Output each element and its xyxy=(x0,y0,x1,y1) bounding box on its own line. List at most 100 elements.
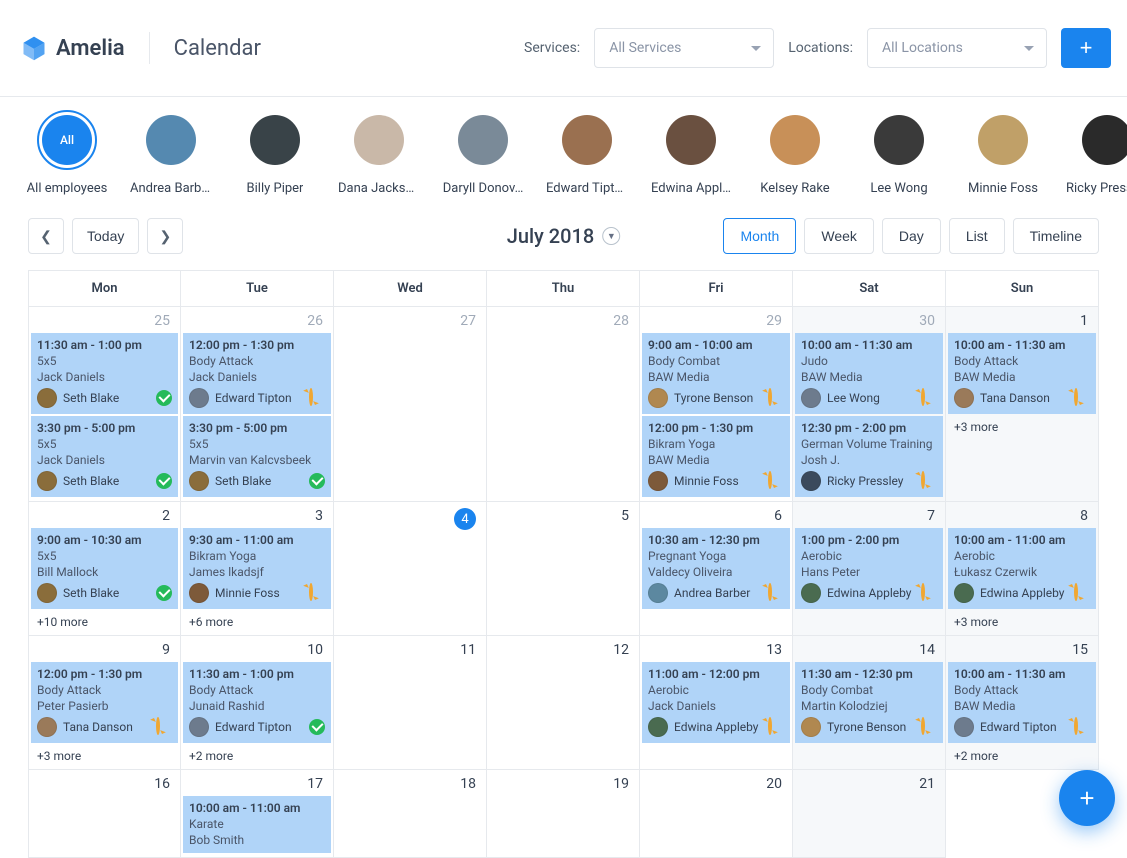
employee-name: Lee Wong xyxy=(870,181,927,196)
calendar-day-cell[interactable]: 5 xyxy=(487,502,640,636)
event-customer: BAW Media xyxy=(648,453,784,467)
next-button[interactable]: ❯ xyxy=(147,218,183,254)
calendar-day-cell[interactable]: 11 xyxy=(334,636,487,770)
calendar-day-cell[interactable]: 18 xyxy=(334,770,487,858)
event-service: 5x5 xyxy=(37,549,172,563)
more-events-link[interactable]: +3 more xyxy=(946,611,1098,633)
calendar-day-cell[interactable]: 1710:00 am - 11:00 amKarateBob Smith xyxy=(181,770,334,858)
event-service: Aerobic xyxy=(954,549,1090,563)
calendar-event[interactable]: 10:00 am - 11:30 amJudoBAW MediaLee Wong xyxy=(795,333,943,414)
calendar-event[interactable]: 10:00 am - 11:00 amAerobicŁukasz Czerwik… xyxy=(948,528,1096,609)
calendar-day-cell[interactable]: 2612:00 pm - 1:30 pmBody AttackJack Dani… xyxy=(181,307,334,502)
event-time: 10:30 am - 12:30 pm xyxy=(648,533,784,547)
calendar-event[interactable]: 12:00 pm - 1:30 pmBody AttackJack Daniel… xyxy=(183,333,331,414)
day-number: 18 xyxy=(334,770,486,796)
calendar-day-cell[interactable]: 29:00 am - 10:30 am5x5Bill MallockSeth B… xyxy=(28,502,181,636)
calendar-event[interactable]: 12:30 pm - 2:00 pmGerman Volume Training… xyxy=(795,416,943,497)
calendar-day-cell[interactable]: 110:00 am - 11:30 amBody AttackBAW Media… xyxy=(946,307,1099,502)
event-service: Bikram Yoga xyxy=(189,549,325,563)
event-footer: Seth Blake xyxy=(37,469,172,491)
fab-add-button[interactable]: + xyxy=(1059,770,1115,826)
calendar-event[interactable]: 12:00 pm - 1:30 pmBikram YogaBAW MediaMi… xyxy=(642,416,790,497)
period-dropdown-icon[interactable]: ▼ xyxy=(602,227,620,245)
calendar-event[interactable]: 11:00 am - 12:00 pmAerobicJack DanielsEd… xyxy=(642,662,790,743)
calendar-day-cell[interactable]: 1411:30 am - 12:30 pmBody CombatMartin K… xyxy=(793,636,946,770)
add-button[interactable]: + xyxy=(1061,28,1111,68)
event-staff: Seth Blake xyxy=(63,586,119,600)
calendar-event[interactable]: 9:30 am - 11:00 amBikram YogaJames lkads… xyxy=(183,528,331,609)
employee-filter[interactable]: Dana Jackson xyxy=(340,115,418,196)
more-events-link[interactable]: +3 more xyxy=(29,745,180,767)
calendar-day-cell[interactable]: 20 xyxy=(640,770,793,858)
calendar-day-cell[interactable]: 810:00 am - 11:00 amAerobicŁukasz Czerwi… xyxy=(946,502,1099,636)
event-footer: Seth Blake xyxy=(37,386,172,408)
prev-button[interactable]: ❮ xyxy=(28,218,64,254)
event-service: Bikram Yoga xyxy=(648,437,784,451)
calendar-event[interactable]: 3:30 pm - 5:00 pm5x5Marvin van Kalcvsbee… xyxy=(183,416,331,497)
employee-filter[interactable]: Billy Piper xyxy=(236,115,314,196)
employee-filter[interactable]: Kelsey Rake xyxy=(756,115,834,196)
employee-filter[interactable]: Minnie Foss xyxy=(964,115,1042,196)
calendar-event[interactable]: 3:30 pm - 5:00 pm5x5Jack DanielsSeth Bla… xyxy=(31,416,178,497)
calendar-day-cell[interactable]: 912:00 pm - 1:30 pmBody AttackPeter Pasi… xyxy=(28,636,181,770)
calendar-day-cell[interactable]: 27 xyxy=(334,307,487,502)
more-events-link[interactable]: +2 more xyxy=(946,745,1098,767)
calendar-day-cell[interactable]: 610:30 am - 12:30 pmPregnant YogaValdecy… xyxy=(640,502,793,636)
more-events-link[interactable]: +2 more xyxy=(181,745,333,767)
calendar-day-cell[interactable]: 12 xyxy=(487,636,640,770)
calendar-event[interactable]: 9:00 am - 10:30 am5x5Bill MallockSeth Bl… xyxy=(31,528,178,609)
event-service: Karate xyxy=(189,817,325,831)
services-label: Services: xyxy=(524,40,580,56)
employee-filter[interactable]: Ricky Pressley xyxy=(1068,115,1127,196)
more-events-link[interactable]: +10 more xyxy=(29,611,180,633)
calendar-event[interactable]: 10:00 am - 11:00 amKarateBob Smith xyxy=(183,796,331,853)
calendar-day-cell[interactable]: 3010:00 am - 11:30 amJudoBAW MediaLee Wo… xyxy=(793,307,946,502)
calendar-day-cell[interactable]: 39:30 am - 11:00 amBikram YogaJames lkad… xyxy=(181,502,334,636)
calendar-day-cell[interactable]: 19 xyxy=(487,770,640,858)
view-month-button[interactable]: Month xyxy=(723,218,796,254)
view-week-button[interactable]: Week xyxy=(804,218,874,254)
today-button[interactable]: Today xyxy=(72,218,139,254)
more-events-link[interactable]: +3 more xyxy=(946,416,1098,438)
calendar-event[interactable]: 10:00 am - 11:30 amBody AttackBAW MediaE… xyxy=(948,662,1096,743)
calendar-day-cell[interactable]: 1311:00 am - 12:00 pmAerobicJack Daniels… xyxy=(640,636,793,770)
calendar-event[interactable]: 1:00 pm - 2:00 pmAerobicHans PeterEdwina… xyxy=(795,528,943,609)
view-timeline-button[interactable]: Timeline xyxy=(1013,218,1099,254)
calendar-event[interactable]: 9:00 am - 10:00 amBody CombatBAW MediaTy… xyxy=(642,333,790,414)
calendar-event[interactable]: 10:00 am - 11:30 amBody AttackBAW MediaT… xyxy=(948,333,1096,414)
more-events-link[interactable]: +6 more xyxy=(181,611,333,633)
calendar-event[interactable]: 11:30 am - 12:30 pmBody CombatMartin Kol… xyxy=(795,662,943,743)
logo-icon xyxy=(20,34,48,62)
day-number: 15 xyxy=(946,636,1098,662)
employee-filter[interactable]: Edward Tipton xyxy=(548,115,626,196)
employee-filter[interactable]: Andrea Barber xyxy=(132,115,210,196)
calendar-day-cell[interactable]: 71:00 pm - 2:00 pmAerobicHans PeterEdwin… xyxy=(793,502,946,636)
day-number: 20 xyxy=(640,770,792,796)
employee-filter[interactable]: Lee Wong xyxy=(860,115,938,196)
services-select[interactable]: All Services xyxy=(594,28,774,68)
day-number: 13 xyxy=(640,636,792,662)
calendar-event[interactable]: 10:30 am - 12:30 pmPregnant YogaValdecy … xyxy=(642,528,790,609)
calendar-event[interactable]: 11:30 am - 1:00 pm5x5Jack DanielsSeth Bl… xyxy=(31,333,178,414)
employee-filter[interactable]: Edwina Appl… xyxy=(652,115,730,196)
event-staff: Minnie Foss xyxy=(674,474,739,488)
calendar-day-cell[interactable]: 16 xyxy=(28,770,181,858)
calendar-day-cell[interactable]: 28 xyxy=(487,307,640,502)
calendar-day-cell[interactable]: 1011:30 am - 1:00 pmBody AttackJunaid Ra… xyxy=(181,636,334,770)
employee-filter[interactable]: Daryll Donov… xyxy=(444,115,522,196)
event-footer: Lee Wong xyxy=(801,386,937,408)
event-footer: Seth Blake xyxy=(189,469,325,491)
view-day-button[interactable]: Day xyxy=(882,218,941,254)
calendar-event[interactable]: 12:00 pm - 1:30 pmBody AttackPeter Pasie… xyxy=(31,662,178,743)
locations-select[interactable]: All Locations xyxy=(867,28,1047,68)
calendar-day-cell[interactable]: 1510:00 am - 11:30 amBody AttackBAW Medi… xyxy=(946,636,1099,770)
header-controls: Services: All Services Locations: All Lo… xyxy=(524,28,1111,68)
calendar-day-cell[interactable]: 299:00 am - 10:00 amBody CombatBAW Media… xyxy=(640,307,793,502)
view-list-button[interactable]: List xyxy=(949,218,1005,254)
day-number: 14 xyxy=(793,636,945,662)
calendar-day-cell[interactable]: 2511:30 am - 1:00 pm5x5Jack DanielsSeth … xyxy=(28,307,181,502)
calendar-event[interactable]: 11:30 am - 1:00 pmBody AttackJunaid Rash… xyxy=(183,662,331,743)
calendar-day-cell[interactable]: 21 xyxy=(793,770,946,858)
employee-filter-all[interactable]: AllAll employees xyxy=(28,115,106,196)
calendar-day-cell[interactable]: 4 xyxy=(334,502,487,636)
